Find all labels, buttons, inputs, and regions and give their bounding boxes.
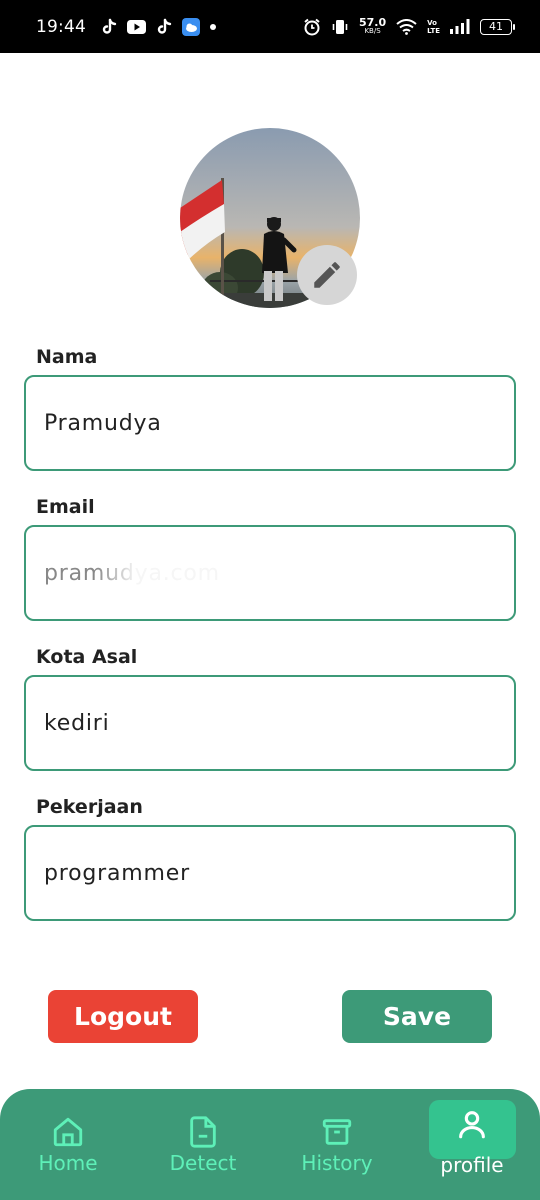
email-field[interactable] bbox=[24, 525, 516, 621]
battery-indicator: 41 bbox=[480, 18, 515, 35]
pencil-icon bbox=[314, 262, 340, 288]
status-bar: 19:44 57.0 KB/S Vo LTE 41 bbox=[0, 0, 540, 53]
nav-detect-label: Detect bbox=[169, 1150, 237, 1175]
job-field[interactable] bbox=[24, 825, 516, 921]
city-field[interactable] bbox=[24, 675, 516, 771]
youtube-icon bbox=[127, 19, 146, 34]
wifi-icon bbox=[396, 18, 417, 35]
alarm-icon bbox=[304, 18, 320, 35]
weather-app-icon bbox=[182, 17, 200, 36]
network-speed-value: 57.0 bbox=[359, 15, 387, 29]
nav-home-label: Home bbox=[38, 1150, 98, 1175]
name-field[interactable] bbox=[24, 375, 516, 471]
city-label: Kota Asal bbox=[36, 646, 138, 668]
save-button[interactable]: Save bbox=[342, 990, 492, 1043]
battery-level: 41 bbox=[489, 20, 503, 33]
network-speed-unit: KB/S bbox=[364, 26, 381, 35]
nav-history[interactable]: History bbox=[277, 1089, 397, 1200]
nav-history-label: History bbox=[301, 1150, 373, 1175]
more-notifications-dot-icon bbox=[210, 23, 216, 30]
job-label: Pekerjaan bbox=[36, 796, 143, 818]
email-label: Email bbox=[36, 496, 95, 518]
nav-profile-label: profile bbox=[440, 1152, 504, 1177]
nav-detect[interactable]: Detect bbox=[143, 1089, 263, 1200]
status-time: 19:44 bbox=[36, 16, 86, 37]
document-icon bbox=[190, 1115, 216, 1148]
notification-icons bbox=[100, 17, 217, 36]
bottom-navigation: Home Detect History profile bbox=[0, 1089, 540, 1200]
vibrate-icon bbox=[332, 19, 348, 34]
volte-indicator: Vo LTE bbox=[427, 19, 440, 35]
tiktok-icon bbox=[102, 18, 117, 34]
system-icons: 57.0 KB/S Vo LTE 41 bbox=[303, 15, 515, 36]
edit-avatar-button[interactable] bbox=[297, 245, 357, 305]
volte-bottom: LTE bbox=[427, 26, 440, 35]
network-speed: 57.0 KB/S bbox=[359, 15, 387, 36]
signal-icon bbox=[450, 19, 470, 34]
volte-top: Vo bbox=[427, 18, 437, 27]
nav-profile[interactable]: profile bbox=[412, 1089, 532, 1200]
archive-icon bbox=[322, 1118, 352, 1145]
tiktok-icon bbox=[157, 18, 172, 34]
name-label: Nama bbox=[36, 346, 98, 368]
home-icon bbox=[53, 1117, 83, 1146]
logout-button[interactable]: Logout bbox=[48, 990, 198, 1043]
nav-home[interactable]: Home bbox=[8, 1089, 128, 1200]
person-icon bbox=[459, 1110, 485, 1138]
